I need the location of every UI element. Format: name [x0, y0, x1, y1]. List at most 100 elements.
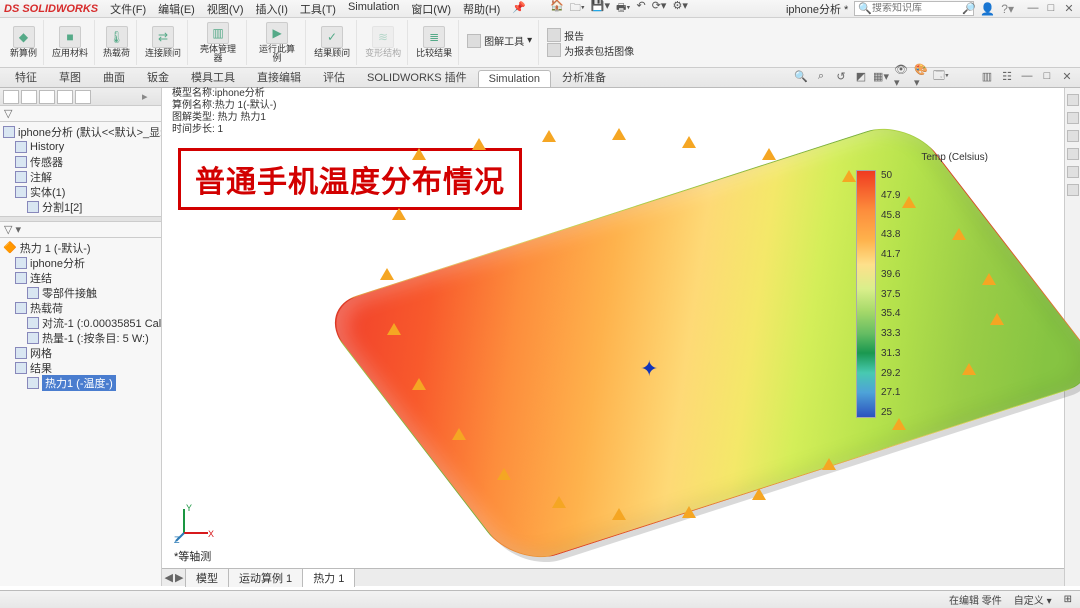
appearance-icon[interactable]: 🎨▾ — [914, 69, 928, 83]
taskpane-custom-icon[interactable] — [1067, 184, 1079, 196]
sim-part-icon — [15, 257, 27, 269]
menu-window[interactable]: 窗口(W) — [407, 0, 455, 18]
prev-view-icon[interactable]: ↺ — [834, 69, 848, 83]
tab-features[interactable]: 特征 — [4, 66, 48, 87]
taskpane-appearance-icon[interactable] — [1067, 166, 1079, 178]
tab-analysis-prep[interactable]: 分析准备 — [551, 66, 617, 87]
search-input[interactable] — [872, 3, 962, 14]
taskpane-view-icon[interactable] — [1067, 148, 1079, 160]
help-icon[interactable]: ?▾ — [1001, 2, 1014, 16]
tree-split1[interactable]: 分割1[2] — [3, 199, 158, 214]
tree-root[interactable]: iphone分析 (默认<<默认>_显示状... — [3, 124, 158, 139]
tree-filter[interactable]: ▽ — [0, 106, 161, 122]
qat-open-icon[interactable]: 🗀▾ — [570, 0, 585, 18]
qat-save-icon[interactable]: 💾▾ — [591, 0, 610, 18]
rb-material[interactable]: ■应用材料 — [52, 26, 88, 58]
qat-print-icon[interactable]: 🖶▾ — [616, 0, 630, 18]
rb-deformed[interactable]: ≋变形结构 — [365, 26, 401, 58]
viewport-tile-icon[interactable]: ▥ — [980, 69, 994, 83]
qat-rebuild-icon[interactable]: ⟳▾ — [652, 0, 667, 18]
rb-include-image[interactable]: 为报表包括图像 — [547, 43, 634, 58]
sim-thermal-plot[interactable]: 热力1 (-温度-) — [3, 375, 158, 390]
btab-thermal[interactable]: 热力 1 — [302, 568, 355, 587]
tree-bodies[interactable]: 实体(1) — [3, 184, 158, 199]
taskpane-home-icon[interactable] — [1067, 94, 1079, 106]
rb-run-study[interactable]: ▶运行此算例 — [255, 22, 299, 64]
btab-model[interactable]: 模型 — [185, 568, 229, 587]
sim-results[interactable]: 结果 — [3, 360, 158, 375]
rb-thermal-load[interactable]: 🌡热载荷 — [103, 26, 130, 58]
tab-surface[interactable]: 曲面 — [92, 66, 136, 87]
tab-mold[interactable]: 模具工具 — [180, 66, 246, 87]
qat-undo-icon[interactable]: ↶ — [636, 0, 645, 18]
menu-sim[interactable]: Simulation — [344, 0, 403, 18]
btab-motion[interactable]: 运动算例 1 — [228, 568, 303, 587]
tab-evaluate[interactable]: 评估 — [312, 66, 356, 87]
close-icon[interactable]: ✕ — [1062, 2, 1076, 15]
tab-sketch[interactable]: 草图 — [48, 66, 92, 87]
sim-model[interactable]: iphone分析 — [3, 255, 158, 270]
panel-tab-config-icon[interactable] — [39, 90, 55, 104]
sim-connections[interactable]: 连结 — [3, 270, 158, 285]
sim-study[interactable]: 🔶热力 1 (-默认-) — [3, 240, 158, 255]
hide-show-icon[interactable]: 👁▾ — [894, 69, 908, 83]
scene-icon[interactable]: 🗔▾ — [934, 69, 948, 83]
status-units-icon[interactable]: ⊞ — [1064, 594, 1072, 605]
heat-icon — [27, 332, 39, 344]
sim-heat[interactable]: 热量-1 (:按条目: 5 W:) — [3, 330, 158, 345]
menu-help[interactable]: 帮助(H) — [459, 0, 504, 18]
panel-tab-property-icon[interactable] — [21, 90, 37, 104]
sim-tree-filter[interactable]: ▽ ▾ — [0, 222, 161, 238]
sim-loads[interactable]: 热载荷 — [3, 300, 158, 315]
menu-tools[interactable]: 工具(T) — [296, 0, 340, 18]
qat-new-icon[interactable]: 🏠 — [550, 0, 564, 18]
tab-addins[interactable]: SOLIDWORKS 插件 — [356, 66, 478, 87]
graphics-viewport[interactable]: 模型名称:iphone分析 算例名称:热力 1(-默认-) 图解类型: 热力 热… — [162, 88, 1064, 586]
status-custom[interactable]: 自定义 ▾ — [1014, 592, 1052, 607]
menu-view[interactable]: 视图(V) — [203, 0, 248, 18]
btab-next-icon[interactable]: ▶ — [175, 571, 183, 584]
tab-direct[interactable]: 直接编辑 — [246, 66, 312, 87]
rb-compare[interactable]: ≣比较结果 — [416, 26, 452, 58]
btab-prev-icon[interactable]: ◀ — [165, 571, 173, 584]
rb-new-study[interactable]: ◆新算例 — [10, 26, 37, 58]
menu-pin-icon[interactable]: 📌 — [508, 0, 530, 18]
sim-mesh[interactable]: 网格 — [3, 345, 158, 360]
rb-plot-tools[interactable]: 图解工具 ▾ — [467, 33, 532, 48]
menu-edit[interactable]: 编辑(E) — [154, 0, 199, 18]
panel-tab-feature-icon[interactable] — [3, 90, 19, 104]
tree-annotations[interactable]: 注解 — [3, 169, 158, 184]
rb-shell-mgr[interactable]: ▥壳体管理器 — [196, 22, 240, 64]
command-tab-strip: 特征 草图 曲面 钣金 模具工具 直接编辑 评估 SOLIDWORKS 插件 S… — [0, 68, 1080, 88]
search-go-icon[interactable]: 🔎 — [962, 2, 976, 15]
zoom-area-icon[interactable]: ⌕ — [814, 69, 828, 83]
tab-sheetmetal[interactable]: 钣金 — [136, 66, 180, 87]
qat-options-icon[interactable]: ⚙▾ — [672, 0, 687, 18]
menu-file[interactable]: 文件(F) — [106, 0, 150, 18]
user-icon[interactable]: 👤 — [980, 2, 995, 16]
tree-history[interactable]: History — [3, 139, 158, 154]
viewport-max-icon[interactable]: □ — [1040, 69, 1054, 83]
taskpane-search-icon[interactable] — [1067, 130, 1079, 142]
sim-convection[interactable]: 对流-1 (:0.00035851 Cal/(s.cm^... — [3, 315, 158, 330]
section-icon[interactable]: ◩ — [854, 69, 868, 83]
display-style-icon[interactable]: ▦▾ — [874, 69, 888, 83]
viewport-link-icon[interactable]: ☷ — [1000, 69, 1014, 83]
panel-tab-display-icon[interactable] — [75, 90, 91, 104]
menu-insert[interactable]: 插入(I) — [252, 0, 292, 18]
sim-contact[interactable]: 零部件接触 — [3, 285, 158, 300]
search-box[interactable]: 🔍 🔎 — [854, 1, 974, 16]
panel-expand-icon[interactable]: ▸ — [142, 90, 158, 104]
rb-connection[interactable]: ⇄连接顾问 — [145, 26, 181, 58]
zoom-fit-icon[interactable]: 🔍 — [794, 69, 808, 83]
rb-results-advisor[interactable]: ✓结果顾问 — [314, 26, 350, 58]
viewport-min-icon[interactable]: — — [1020, 69, 1034, 83]
taskpane-lib-icon[interactable] — [1067, 112, 1079, 124]
restore-icon[interactable]: □ — [1044, 2, 1058, 15]
tree-sensors[interactable]: 传感器 — [3, 154, 158, 169]
viewport-close-icon[interactable]: ✕ — [1060, 69, 1074, 83]
panel-tab-dim-icon[interactable] — [57, 90, 73, 104]
minimize-icon[interactable]: — — [1026, 2, 1040, 15]
tab-simulation[interactable]: Simulation — [478, 70, 551, 87]
rb-report[interactable]: 报告 — [547, 28, 584, 43]
